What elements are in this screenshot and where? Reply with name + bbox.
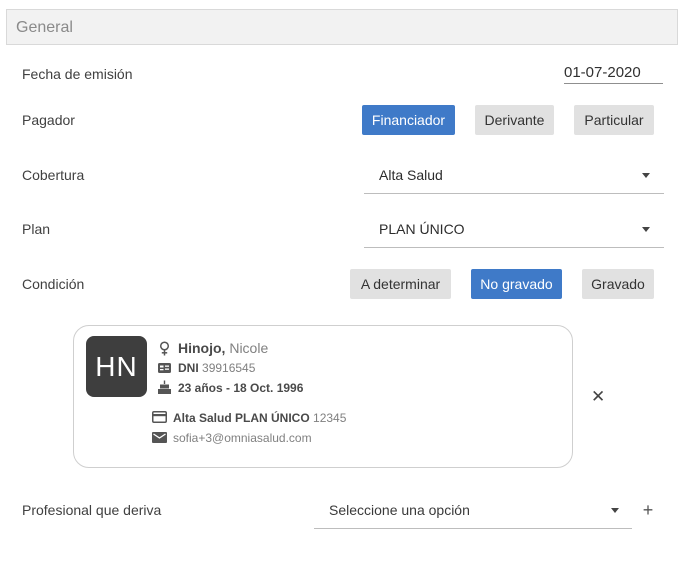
patient-email: sofia+3@omniasalud.com (173, 431, 312, 445)
close-icon[interactable]: ✕ (591, 388, 605, 406)
chevron-down-icon (611, 508, 619, 513)
email-icon (152, 432, 167, 443)
plan-value: PLAN ÚNICO (379, 221, 465, 237)
pagador-label: Pagador (22, 112, 75, 128)
female-icon (159, 341, 170, 356)
fecha-label: Fecha de emisión (22, 66, 133, 82)
id-card-icon (158, 363, 171, 373)
cake-icon (158, 380, 171, 394)
cobertura-select[interactable]: Alta Salud (364, 156, 664, 194)
condicion-label: Condición (22, 276, 85, 292)
condicion-a-determinar-button[interactable]: A determinar (350, 269, 451, 299)
patient-name: Hinojo, Nicole (178, 340, 268, 356)
profesional-select[interactable]: Seleccione una opción (314, 491, 632, 529)
plus-icon[interactable]: + (640, 500, 656, 520)
patient-coverage: Alta Salud PLAN ÚNICO 12345 (173, 411, 346, 425)
patient-age-birth: 23 años - 18 Oct. 1996 (178, 381, 304, 395)
fecha-input[interactable]: 01-07-2020 (564, 64, 663, 84)
credit-card-icon (152, 411, 167, 423)
pagador-financiador-button[interactable]: Financiador (362, 105, 455, 135)
chevron-down-icon (642, 227, 650, 232)
patient-last-name: Hinojo, (178, 340, 226, 356)
patient-card: HN Hinojo, Nicole DNI 39916545 23 años -… (73, 325, 573, 468)
cobertura-label: Cobertura (22, 167, 85, 183)
plan-label: Plan (22, 221, 51, 237)
condicion-no-gravado-button[interactable]: No gravado (471, 269, 562, 299)
plan-select[interactable]: PLAN ÚNICO (364, 210, 664, 248)
profesional-label: Profesional que deriva (22, 502, 162, 518)
coverage-plan: Alta Salud PLAN ÚNICO (173, 411, 310, 425)
patient-dni: DNI 39916545 (178, 361, 255, 375)
member-number: 12345 (313, 411, 347, 425)
section-title: General (16, 19, 73, 36)
pagador-derivante-button[interactable]: Derivante (475, 105, 554, 135)
pagador-particular-button[interactable]: Particular (574, 105, 654, 135)
profesional-placeholder: Seleccione una opción (329, 502, 470, 518)
patient-first-name: Nicole (229, 340, 269, 356)
condicion-gravado-button[interactable]: Gravado (582, 269, 654, 299)
avatar: HN (86, 336, 147, 397)
dni-label: DNI (178, 361, 199, 375)
chevron-down-icon (642, 173, 650, 178)
cobertura-value: Alta Salud (379, 167, 443, 183)
dni-value: 39916545 (202, 361, 256, 375)
section-header: General (6, 9, 678, 45)
